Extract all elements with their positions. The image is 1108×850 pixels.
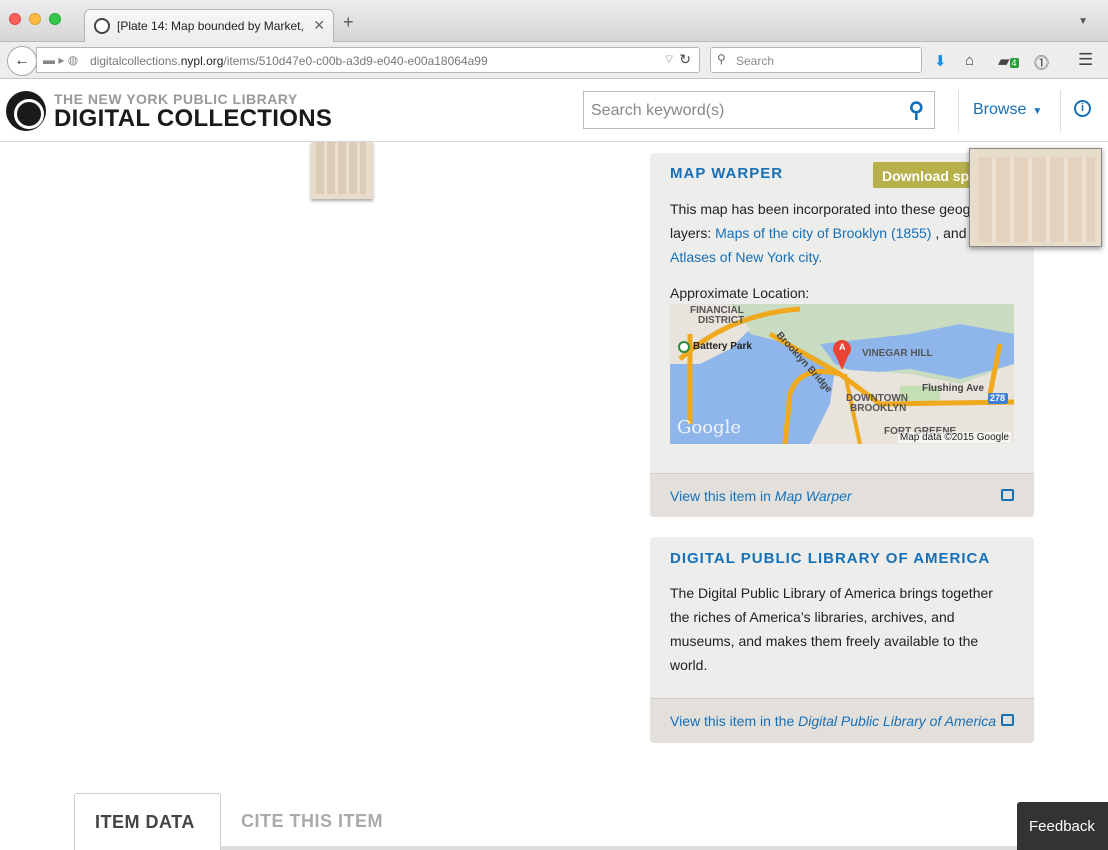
extension-icon[interactable]: ▰ 4: [998, 52, 1019, 70]
external-link-icon[interactable]: [1001, 714, 1014, 726]
url-bar[interactable]: ▬ ▸ ◍ digitalcollections.nypl.org/items/…: [36, 47, 700, 73]
view-in-map-warper-link[interactable]: View this item in Map Warper: [670, 488, 852, 504]
map-label: DISTRICT: [698, 315, 745, 326]
external-link-icon[interactable]: [1001, 489, 1014, 501]
route-shield: 278: [990, 393, 1006, 403]
map-label: BROOKLYN: [850, 403, 907, 414]
location-map[interactable]: FINANCIAL DISTRICT Battery Park Brooklyn…: [670, 304, 1014, 444]
google-logo[interactable]: Google: [677, 417, 741, 438]
url-text: digitalcollections.nypl.org/items/510d47…: [90, 54, 488, 68]
nypl-lion-icon[interactable]: [6, 91, 46, 131]
home-icon[interactable]: ⌂: [965, 52, 974, 69]
menu-icon[interactable]: ☰: [1078, 50, 1093, 70]
footer-prefix: View this item in: [670, 488, 775, 504]
tab-title: [Plate 14: Map bounded by Market, ...: [117, 19, 307, 33]
footer-prefix: View this item in the: [670, 713, 799, 729]
map-warper-footer[interactable]: View this item in Map Warper: [650, 473, 1034, 517]
nypl-favicon-icon: [94, 18, 110, 34]
view-in-dpla-link[interactable]: View this item in the Digital Public Lib…: [670, 713, 996, 729]
item-tabs: ITEM DATA CITE THIS ITEM: [74, 793, 1108, 850]
map-warper-title: MAP WARPER: [670, 165, 784, 182]
footer-link-name: Digital Public Library of America: [798, 713, 997, 729]
browser-titlebar: [Plate 14: Map bounded by Market, ... ✕ …: [0, 0, 1108, 43]
map-label: VINEGAR HILL: [862, 348, 933, 359]
map-warper-description: This map has been incorporated into thes…: [670, 197, 1020, 269]
layers-label: layers:: [670, 225, 716, 241]
divider: [958, 90, 959, 132]
map-preview-thumbnail[interactable]: [969, 148, 1102, 247]
and-text: , and: [931, 225, 967, 241]
info-icon[interactable]: i: [1074, 100, 1091, 117]
dpla-title: DIGITAL PUBLIC LIBRARY OF AMERICA: [670, 550, 991, 567]
approximate-location-label: Approximate Location:: [670, 285, 810, 301]
map-attribution[interactable]: Map data ©2015 Google: [897, 432, 1011, 443]
dpla-line: world.: [670, 657, 708, 673]
back-arrow-icon[interactable]: ←: [7, 46, 37, 76]
logo-digital-collections[interactable]: DIGITAL COLLECTIONS: [54, 105, 332, 133]
reload-icon[interactable]: ↻: [679, 51, 691, 68]
dpla-line: The Digital Public Library of America br…: [670, 585, 993, 601]
dpla-line: the riches of America’s libraries, archi…: [670, 609, 955, 625]
dpla-card: DIGITAL PUBLIC LIBRARY OF AMERICA The Di…: [650, 537, 1034, 743]
dpla-description: The Digital Public Library of America br…: [670, 581, 1020, 677]
brooklyn-maps-link[interactable]: Maps of the city of Brooklyn (1855): [715, 225, 931, 241]
map-label: Battery Park: [693, 341, 752, 352]
map-label: Flushing Ave: [922, 383, 985, 394]
dpla-line: museums, and makes them freely available…: [670, 633, 979, 649]
map-warper-text: This map has been incorporated into thes…: [670, 201, 971, 217]
zoom-window-button[interactable]: [49, 13, 61, 25]
globe-icon: ▬ ▸ ◍: [43, 53, 79, 67]
download-icon[interactable]: ⬇: [934, 52, 947, 70]
browser-navbar: ← ▬ ▸ ◍ digitalcollections.nypl.org/item…: [0, 42, 1108, 79]
browser-search-input[interactable]: ⚲ Search: [710, 47, 922, 73]
tab-close-icon[interactable]: ✕: [313, 17, 325, 34]
tab-cite-this-item[interactable]: CITE THIS ITEM: [221, 793, 403, 850]
extension-badge: 4: [1009, 58, 1019, 68]
atlases-link[interactable]: Atlases of New York city.: [670, 249, 822, 265]
url-dropdown-icon[interactable]: ▽: [665, 54, 673, 65]
close-window-button[interactable]: [9, 13, 21, 25]
chevron-down-icon: ▼: [1032, 106, 1043, 117]
tab-item-data[interactable]: ITEM DATA: [74, 793, 221, 850]
footer-link-name: Map Warper: [774, 488, 852, 504]
browse-label: Browse: [973, 101, 1027, 118]
site-header: THE NEW YORK PUBLIC LIBRARY DIGITAL COLL…: [0, 80, 1108, 142]
search-icon[interactable]: ⚲: [909, 98, 924, 123]
addon-icon[interactable]: ⓵: [1034, 52, 1049, 73]
divider: [1060, 90, 1061, 132]
dpla-footer[interactable]: View this item in the Digital Public Lib…: [650, 698, 1034, 743]
map-thumbnail[interactable]: [311, 142, 373, 199]
search-icon: ⚲: [717, 52, 726, 66]
browser-search-placeholder: Search: [736, 54, 775, 68]
new-tab-icon[interactable]: +: [343, 12, 354, 33]
location-marker-icon[interactable]: A: [839, 342, 846, 352]
browse-menu-button[interactable]: Browse ▼: [973, 101, 1042, 119]
keyword-search-input[interactable]: Search keyword(s) ⚲: [583, 91, 935, 129]
keyword-search-placeholder: Search keyword(s): [591, 102, 725, 119]
feedback-button[interactable]: Feedback: [1017, 802, 1108, 850]
browser-tab[interactable]: [Plate 14: Map bounded by Market, ... ✕: [84, 9, 334, 43]
tab-list-icon[interactable]: ▼: [1078, 16, 1088, 27]
minimize-window-button[interactable]: [29, 13, 41, 25]
